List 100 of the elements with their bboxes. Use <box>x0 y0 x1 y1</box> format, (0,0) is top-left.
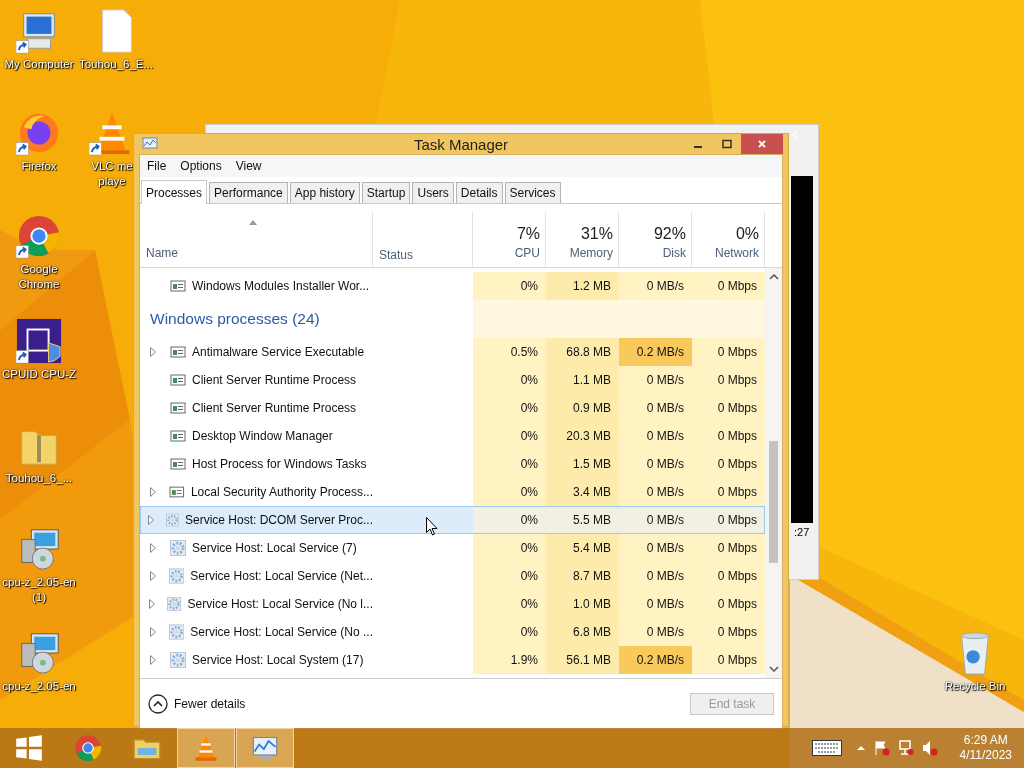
clock-date: 4/11/2023 <box>959 748 1012 763</box>
windows-logo-icon <box>15 734 43 762</box>
cpuz-icon[interactable] <box>16 318 62 364</box>
network-icon[interactable] <box>897 740 914 756</box>
monitor-chart-icon <box>251 734 279 762</box>
table-cell: 0 Mbps <box>692 618 765 646</box>
table-cell: 0 Mbps <box>692 590 765 618</box>
scroll-up-icon[interactable] <box>768 274 779 280</box>
process-row[interactable]: Windows Modules Installer Wor... 0% 1.2 MB 0 MB/s 0 Mbps <box>140 272 765 300</box>
process-row[interactable]: Service Host: Local Service (Net... 0% 8.7 MB 0 MB/s 0 Mbps <box>140 562 765 590</box>
table-cell: 0 MB/s <box>619 272 692 300</box>
table-cell: 1.9% <box>473 646 546 674</box>
process-row[interactable]: Antimalware Service Executable 0.5% 68.8 MB 0.2 MB/s 0 Mbps <box>140 338 765 366</box>
table-cell: 0 MB/s <box>619 506 692 534</box>
process-row[interactable]: Local Security Authority Process... 0% 3.4 MB 0 MB/s 0 Mbps <box>140 478 765 506</box>
scroll-down-icon[interactable] <box>768 666 779 672</box>
process-row[interactable]: Host Process for Windows Tasks 0% 1.5 MB 0 MB/s 0 Mbps <box>140 450 765 478</box>
table-cell: 56.1 MB <box>546 646 619 674</box>
process-row[interactable]: Service Host: DCOM Server Proc... 0% 5.5 MB 0 MB/s 0 Mbps <box>140 506 765 534</box>
process-name: Service Host: Local System (17) <box>192 653 364 667</box>
table-cell: 1.1 MB <box>546 366 619 394</box>
expand-icon[interactable] <box>149 627 156 637</box>
column-header[interactable]: Status <box>373 212 473 267</box>
table-cell: 0 MB/s <box>619 366 692 394</box>
table-cell: 0% <box>473 366 546 394</box>
table-cell: 0 Mbps <box>692 338 765 366</box>
process-row[interactable]: Service Host: Local Service (7) 0% 5.4 MB 0 MB/s 0 Mbps <box>140 534 765 562</box>
show-hidden-icons-icon[interactable] <box>855 743 866 753</box>
expand-icon[interactable] <box>149 571 156 581</box>
process-row[interactable]: Service Host: Local Service (No ... 0% 6.8 MB 0 MB/s 0 Mbps <box>140 618 765 646</box>
table-cell: 6.8 MB <box>546 618 619 646</box>
speaker-muted-icon[interactable] <box>921 740 938 756</box>
process-name: Client Server Runtime Process <box>192 373 357 387</box>
table-cell: 0% <box>473 562 546 590</box>
chrome-icon[interactable] <box>16 213 62 259</box>
fewer-details-button[interactable]: Fewer details <box>148 694 246 714</box>
keyboard-icon[interactable] <box>811 740 842 756</box>
process-name: Service Host: Local Service (7) <box>192 541 357 555</box>
window-icon <box>170 400 186 416</box>
table-cell: 0 Mbps <box>692 562 765 590</box>
table-cell: 0 MB/s <box>619 590 692 618</box>
column-header[interactable]: Name <box>140 212 373 267</box>
maximize-icon <box>721 139 732 149</box>
process-row[interactable]: Desktop Window Manager 0% 20.3 MB 0 MB/s 0 Mbps <box>140 422 765 450</box>
process-row[interactable]: Service Host: Local Service (No l... 0% 1.0 MB 0 MB/s 0 Mbps <box>140 590 765 618</box>
table-cell: 0 MB/s <box>619 618 692 646</box>
process-name: Host Process for Windows Tasks <box>192 457 367 471</box>
usage-percent: 0% <box>735 224 759 244</box>
column-header[interactable]: 92% Disk <box>619 212 692 267</box>
expand-icon[interactable] <box>150 543 156 553</box>
gear-icon <box>170 540 186 556</box>
expand-icon[interactable] <box>150 655 156 665</box>
collapse-icon <box>148 694 168 714</box>
chart-icon <box>142 136 158 152</box>
tab[interactable]: Startup <box>361 182 411 203</box>
table-cell: 5.4 MB <box>546 534 619 562</box>
expand-icon[interactable] <box>149 487 156 497</box>
menu-item[interactable]: File <box>140 159 174 173</box>
table-cell: 0% <box>473 450 546 478</box>
gear-icon <box>169 624 185 640</box>
table-cell: 1.2 MB <box>546 272 619 300</box>
taskmgr-taskbar-button[interactable] <box>236 728 294 768</box>
flag-icon[interactable] <box>873 740 890 756</box>
table-cell: 0.9 MB <box>546 394 619 422</box>
process-row[interactable]: Client Server Runtime Process 0% 0.9 MB 0 MB/s 0 Mbps <box>140 394 765 422</box>
expand-icon[interactable] <box>148 599 155 609</box>
process-name: Service Host: Local Service (No ... <box>190 625 373 639</box>
menu-item[interactable]: Options <box>173 159 229 173</box>
table-cell: 0% <box>473 394 546 422</box>
process-row[interactable]: Client Server Runtime Process 0% 1.1 MB 0 MB/s 0 Mbps <box>140 366 765 394</box>
tab[interactable]: Details <box>455 182 503 203</box>
table-cell: 68.8 MB <box>546 338 619 366</box>
vlc-taskbar-button[interactable] <box>177 728 235 768</box>
tab[interactable]: App history <box>289 182 360 203</box>
scrollbar[interactable] <box>765 268 782 678</box>
window-icon <box>170 278 186 294</box>
column-header[interactable]: 7% CPU <box>473 212 546 267</box>
table-cell: 0 Mbps <box>692 394 765 422</box>
gear-icon <box>170 652 186 668</box>
tab[interactable]: Processes <box>141 180 208 204</box>
tab[interactable]: Users <box>412 182 454 203</box>
table-cell: 1.0 MB <box>546 590 619 618</box>
scroll-thumb[interactable] <box>769 441 778 563</box>
table-cell: 0 MB/s <box>619 394 692 422</box>
tab[interactable]: Performance <box>209 182 288 203</box>
column-header[interactable]: 31% Memory <box>546 212 619 267</box>
tab[interactable]: Services <box>504 182 561 203</box>
close-button[interactable] <box>741 134 783 154</box>
usage-percent: 31% <box>580 224 613 244</box>
process-name: Windows Modules Installer Wor... <box>192 279 370 293</box>
column-label: Network <box>715 245 759 262</box>
table-cell: 0 MB/s <box>619 422 692 450</box>
expand-icon[interactable] <box>150 347 156 357</box>
table-cell: 0 Mbps <box>692 366 765 394</box>
column-header[interactable]: 0% Network <box>692 212 765 267</box>
expand-icon[interactable] <box>147 515 154 525</box>
usage-percent: 92% <box>653 224 686 244</box>
process-row[interactable]: Service Host: Local System (17) 1.9% 56.1 MB 0.2 MB/s 0 Mbps <box>140 646 765 674</box>
process-name: Desktop Window Manager <box>192 429 333 443</box>
menu-item[interactable]: View <box>228 159 269 173</box>
